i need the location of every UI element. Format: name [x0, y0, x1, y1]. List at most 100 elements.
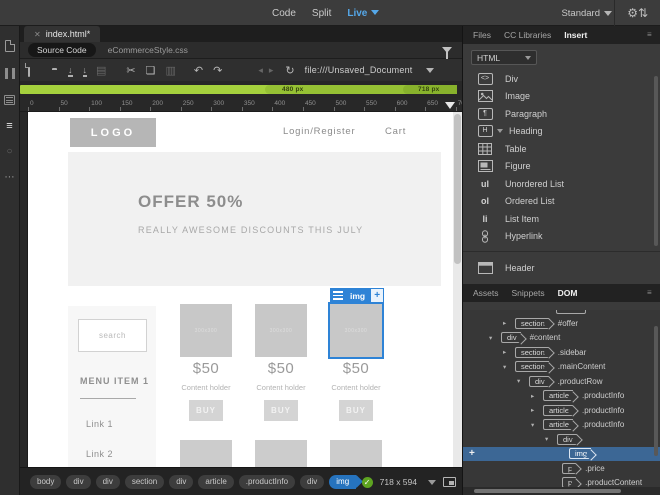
- dom-tag-pill[interactable]: div: [557, 433, 577, 445]
- sidebar-link[interactable]: Link 1: [86, 419, 113, 429]
- tab-cc-libraries[interactable]: CC Libraries: [504, 30, 551, 40]
- dom-tag-pill[interactable]: section: [515, 346, 549, 358]
- heading-dropdown-icon[interactable]: [497, 129, 503, 134]
- dom-node-article.productInfo[interactable]: ▾ article .productInfo: [463, 418, 660, 433]
- ruler-marker-icon[interactable]: [445, 102, 455, 109]
- product-image-placeholder[interactable]: 300x300: [328, 302, 384, 359]
- source-code-button[interactable]: Source Code: [28, 43, 96, 57]
- hamburger-icon[interactable]: [330, 288, 345, 303]
- close-tab-icon[interactable]: ✕: [34, 30, 41, 39]
- copy-icon[interactable]: ❏: [146, 64, 156, 77]
- cart-link[interactable]: Cart: [385, 126, 406, 137]
- dom-node-section#offer[interactable]: ▸ section #offer: [463, 316, 660, 331]
- tab-dom[interactable]: DOM: [558, 288, 578, 298]
- related-css-file[interactable]: eCommerceStyle.css: [108, 45, 188, 55]
- dom-tag-pill[interactable]: article: [543, 390, 574, 402]
- dom-node-div.productRow[interactable]: ▾ div .productRow: [463, 374, 660, 389]
- insert-category-select[interactable]: HTML: [471, 50, 537, 65]
- insert-item-list-item[interactable]: li List Item: [463, 210, 660, 228]
- address-bar[interactable]: file:///Unsaved_Document: [305, 65, 413, 75]
- dom-tag-pill[interactable]: article: [543, 404, 574, 416]
- tag-selector-item-body[interactable]: body: [30, 474, 62, 489]
- live-view-button[interactable]: Live: [347, 8, 380, 19]
- tag-selector-item-article[interactable]: article: [198, 474, 234, 489]
- add-element-icon[interactable]: +: [469, 448, 475, 459]
- tag-selector-item-section[interactable]: section: [124, 474, 165, 489]
- dom-node-p.price[interactable]: p .price: [463, 461, 660, 476]
- insert-item-paragraph[interactable]: ¶ Paragraph: [463, 105, 660, 123]
- dom-node-section.sidebar[interactable]: ▸ section .sidebar: [463, 345, 660, 360]
- caret-open-icon[interactable]: ▾: [517, 377, 520, 385]
- cut-icon[interactable]: ✂: [126, 64, 135, 77]
- panel-menu-icon[interactable]: ≡: [647, 31, 656, 39]
- caret-open-icon[interactable]: ▾: [489, 334, 492, 342]
- refresh-icon[interactable]: ↻: [285, 64, 294, 77]
- device-preview-icon[interactable]: [443, 477, 456, 487]
- tab-insert[interactable]: Insert: [564, 30, 587, 40]
- site-logo[interactable]: LOGO: [70, 118, 156, 147]
- tab-snippets[interactable]: Snippets: [512, 288, 545, 298]
- dom-tag-pill[interactable]: img: [569, 448, 592, 460]
- dom-tag-pill[interactable]: section: [515, 317, 549, 329]
- product-image-placeholder[interactable]: 300x300: [180, 304, 232, 357]
- more-icon[interactable]: ⋯: [5, 173, 15, 183]
- new-file-icon[interactable]: [28, 63, 30, 77]
- document-tab[interactable]: ✕ index.html*: [24, 26, 101, 42]
- insert-scrollbar[interactable]: [654, 76, 658, 246]
- sync-settings-button[interactable]: ⚙⇅: [614, 0, 648, 26]
- caret-open-icon[interactable]: ▾: [545, 435, 548, 443]
- insert-item-hyperlink[interactable]: Hyperlink: [463, 228, 660, 246]
- buy-button[interactable]: BUY: [339, 400, 373, 421]
- add-icon[interactable]: +: [370, 288, 385, 303]
- tag-selector-item-div[interactable]: div: [66, 474, 91, 489]
- redo-icon[interactable]: ↷: [213, 64, 222, 77]
- dom-node-article.productInfo[interactable]: ▸ article .productInfo: [463, 403, 660, 418]
- sidebar-link[interactable]: Link 2: [86, 449, 113, 459]
- dom-node-article.productInfo[interactable]: ▸ article .productInfo: [463, 389, 660, 404]
- search-input[interactable]: search: [78, 319, 147, 352]
- save-icon[interactable]: ↓: [68, 64, 73, 77]
- buy-button[interactable]: BUY: [264, 400, 298, 421]
- panel-menu-icon[interactable]: ≡: [647, 289, 656, 297]
- dom-node-div#content[interactable]: ▾ div #content: [463, 331, 660, 346]
- dom-node-section.mainContent[interactable]: ▾ section .mainContent: [463, 360, 660, 375]
- tag-selector-item-div[interactable]: div: [169, 474, 194, 489]
- caret-closed-icon[interactable]: ▸: [503, 348, 506, 356]
- canvas-scrollbar[interactable]: [453, 112, 462, 467]
- dom-node-p.productContent[interactable]: p .productContent: [463, 476, 660, 487]
- tag-selector-item-div[interactable]: div: [95, 474, 120, 489]
- insert-item-unordered-list[interactable]: ul Unordered List: [463, 175, 660, 193]
- caret-open-icon[interactable]: ▾: [531, 421, 534, 429]
- dom-tag-pill[interactable]: div: [529, 375, 549, 387]
- insert-item-div[interactable]: <> Div: [463, 70, 660, 88]
- tab-files[interactable]: Files: [473, 30, 491, 40]
- insert-item-heading[interactable]: H Heading: [463, 123, 660, 141]
- dom-tag-pill[interactable]: p: [562, 462, 577, 474]
- extract-icon[interactable]: [4, 68, 15, 79]
- target-icon[interactable]: ○: [6, 147, 12, 157]
- caret-closed-icon[interactable]: ▸: [531, 392, 534, 400]
- code-view-button[interactable]: Code: [272, 8, 296, 19]
- caret-open-icon[interactable]: ▾: [503, 363, 506, 371]
- insert-item-figure[interactable]: Figure: [463, 158, 660, 176]
- snippets-panel-icon[interactable]: [4, 95, 15, 105]
- media-query-bar[interactable]: 480 px 718 px: [20, 85, 457, 94]
- dom-tag-pill[interactable]: article: [543, 419, 574, 431]
- lint-ok-icon[interactable]: ✓: [361, 476, 373, 488]
- dom-tag-pill[interactable]: p: [562, 477, 577, 487]
- insert-item-ordered-list[interactable]: ol Ordered List: [463, 193, 660, 211]
- insert-item-table[interactable]: Table: [463, 140, 660, 158]
- caret-closed-icon[interactable]: ▸: [503, 319, 506, 327]
- workspace-switcher[interactable]: Standard: [561, 0, 612, 26]
- dom-horizontal-scrollbar[interactable]: [463, 487, 660, 495]
- insert-item-header[interactable]: Header: [463, 259, 660, 277]
- dom-node-img[interactable]: + img: [463, 446, 660, 461]
- caret-closed-icon[interactable]: ▸: [531, 406, 534, 414]
- dom-scrollbar[interactable]: [654, 326, 658, 456]
- undo-icon[interactable]: ↶: [194, 64, 203, 77]
- live-source-icon[interactable]: ≡: [6, 121, 12, 132]
- split-view-button[interactable]: Split: [312, 8, 331, 19]
- insert-item-image[interactable]: Image: [463, 88, 660, 106]
- live-view-dropdown-icon[interactable]: [371, 10, 380, 16]
- hud-tag-label[interactable]: img: [345, 288, 371, 303]
